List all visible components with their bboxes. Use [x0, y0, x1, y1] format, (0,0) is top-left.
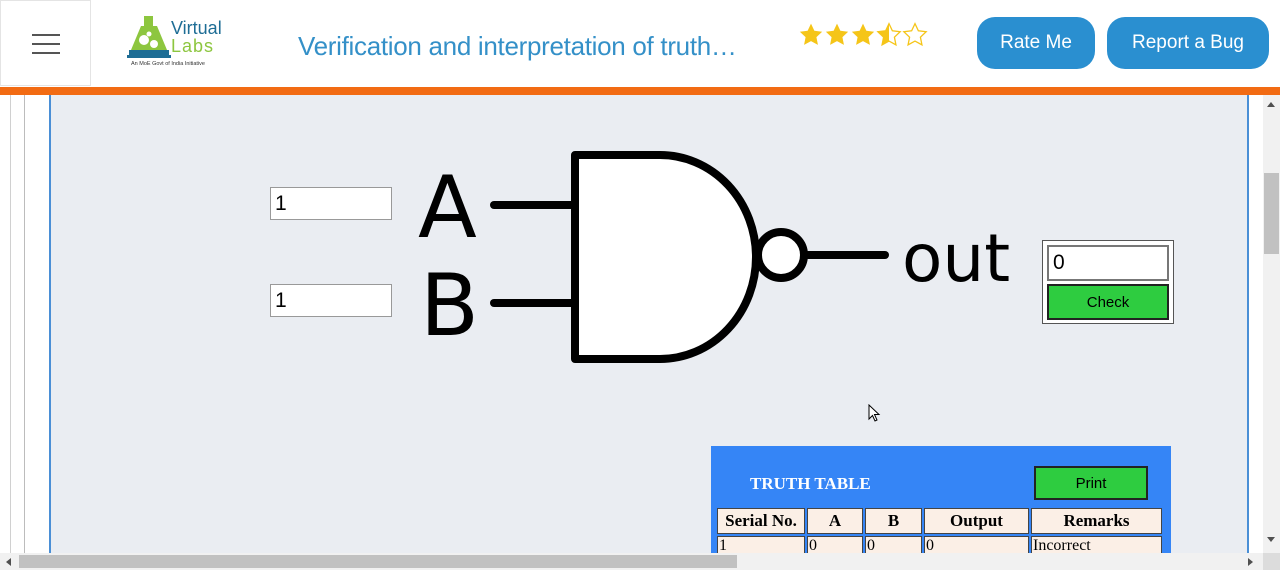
- table-cell: 0: [924, 536, 1029, 553]
- table-cell: 0: [807, 536, 863, 553]
- scroll-left-arrow-icon[interactable]: [4, 557, 12, 567]
- column-header: Output: [924, 508, 1029, 534]
- output-label: out: [902, 220, 1010, 297]
- input-b-field[interactable]: [270, 284, 392, 317]
- star-filled-icon: [799, 23, 823, 45]
- truth-table-header-row: Serial No. A B Output Remarks: [717, 508, 1162, 534]
- header-bar: Virtual Labs An MoE Govt of India Initia…: [0, 0, 1280, 87]
- scrollbar-corner: [1263, 553, 1280, 570]
- page-title: Verification and interpretation of truth…: [298, 31, 737, 61]
- content-border: [10, 95, 11, 553]
- menu-icon-line: [32, 52, 60, 54]
- star-filled-icon: [825, 23, 849, 45]
- table-cell: Incorrect: [1031, 536, 1162, 553]
- column-header: A: [807, 508, 863, 534]
- menu-icon-line: [32, 43, 60, 45]
- vertical-scroll-thumb[interactable]: [1264, 173, 1279, 254]
- scroll-up-arrow-icon[interactable]: [1266, 100, 1276, 108]
- virtual-labs-logo[interactable]: Virtual Labs An MoE Govt of India Initia…: [125, 14, 235, 74]
- truth-table-title: TRUTH TABLE: [750, 474, 871, 493]
- table-row: 1 0 0 0 Incorrect: [717, 536, 1162, 553]
- report-bug-button[interactable]: Report a Bug: [1107, 17, 1269, 69]
- input-a-field[interactable]: [270, 187, 392, 220]
- mouse-cursor-icon: [868, 404, 881, 422]
- nand-gate-body: [571, 151, 760, 363]
- rate-me-button[interactable]: Rate Me: [977, 17, 1095, 69]
- main-content: A B out Check TRUTH TABLE Print Serial N…: [0, 95, 1263, 553]
- star-filled-icon: [851, 23, 875, 45]
- nand-gate-bubble: [754, 228, 808, 282]
- header-divider: [0, 87, 1280, 95]
- output-field[interactable]: [1047, 245, 1169, 281]
- scroll-down-arrow-icon[interactable]: [1266, 536, 1276, 544]
- table-cell: 1: [717, 536, 805, 553]
- truth-table-panel: TRUTH TABLE Print Serial No. A B Output …: [711, 446, 1171, 553]
- truth-table: Serial No. A B Output Remarks 1 0 0 0 In…: [715, 506, 1164, 553]
- vertical-scrollbar[interactable]: [1263, 95, 1280, 553]
- flask-icon: [127, 16, 171, 58]
- nand-gate-diagram: A B out: [418, 151, 1010, 363]
- logo-text-labs: Labs: [171, 36, 215, 56]
- input-b-label: B: [420, 256, 479, 356]
- column-header: Remarks: [1031, 508, 1162, 534]
- hamburger-menu-button[interactable]: [0, 0, 91, 86]
- table-cell: 0: [865, 536, 922, 553]
- star-half-icon: [876, 22, 902, 47]
- check-button[interactable]: Check: [1047, 284, 1169, 320]
- horizontal-scroll-thumb[interactable]: [19, 555, 737, 568]
- column-header: B: [865, 508, 922, 534]
- scroll-right-arrow-icon[interactable]: [1247, 557, 1255, 567]
- output-panel: Check: [1042, 240, 1174, 324]
- rating-stars[interactable]: [798, 22, 928, 48]
- print-button[interactable]: Print: [1034, 466, 1148, 500]
- input-a-label: A: [418, 158, 477, 258]
- logo-tagline: An MoE Govt of India Initiative: [131, 61, 205, 67]
- menu-icon-line: [32, 34, 60, 36]
- star-empty-icon: [902, 22, 928, 47]
- column-header: Serial No.: [717, 508, 805, 534]
